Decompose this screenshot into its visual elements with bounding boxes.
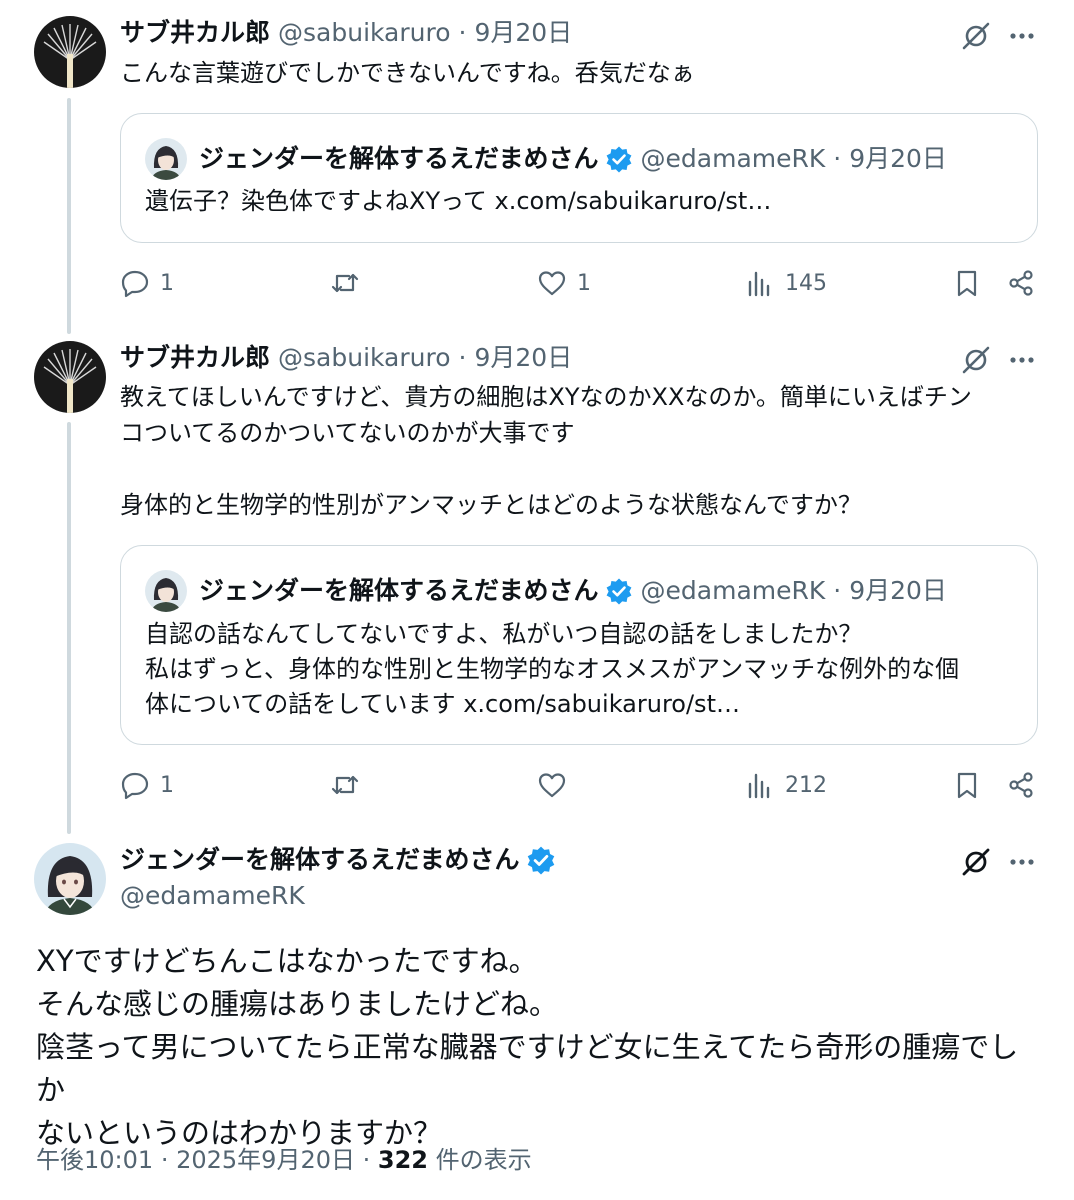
- author-handle[interactable]: @sabuikaruro: [278, 342, 451, 374]
- separator: ·: [833, 144, 842, 173]
- separator: ·: [362, 1146, 371, 1174]
- author-name[interactable]: サブ井カル郎: [120, 342, 270, 374]
- grok-icon[interactable]: [960, 20, 992, 52]
- more-icon[interactable]: [1006, 344, 1038, 376]
- bookmark-icon: [957, 772, 977, 799]
- author-handle[interactable]: @sabuikaruro: [278, 17, 451, 49]
- quote-text: 自認の話なんてしてないですよ、私がいつ自認の話をしましたか？ 私はずっと、身体的…: [145, 620, 960, 718]
- share-icon: [1009, 270, 1033, 296]
- separator: ·: [458, 18, 467, 47]
- views-icon: [748, 773, 770, 799]
- views-button[interactable]: 212: [745, 765, 827, 805]
- tweet-text: こんな言葉遊びでしかできないんですね。呑気だなぁ: [120, 59, 695, 87]
- views-button[interactable]: 145: [745, 263, 827, 303]
- author-name: ジェンダーを解体するえだまめさん: [199, 576, 599, 605]
- heart-icon: [538, 271, 566, 296]
- main-tweet-header: ジェンダーを解体するえだまめさん: [120, 843, 556, 877]
- author-handle: @edamameRK: [640, 576, 826, 605]
- verified-badge-icon: [606, 146, 631, 173]
- more-icon[interactable]: [1006, 846, 1038, 878]
- share-button[interactable]: [1006, 765, 1036, 805]
- separator: ·: [458, 343, 467, 372]
- tweet-meta: 午後10:01 · 2025年9月20日 · 322 件の表示: [36, 1144, 532, 1176]
- share-icon: [1009, 772, 1033, 798]
- heart-icon: [538, 773, 566, 798]
- author-name[interactable]: ジェンダーを解体するえだまめさん: [120, 843, 520, 877]
- retweet-button[interactable]: [330, 263, 370, 303]
- reply-count: 1: [160, 270, 174, 296]
- main-tweet-text: XYですけどちんこはなかったですね。 そんな感じの腫瘍はありましたけどね。 陰茎…: [36, 944, 1019, 1150]
- author-handle: @edamameRK: [640, 144, 826, 173]
- avatar[interactable]: [34, 16, 106, 88]
- like-count: 1: [577, 270, 591, 296]
- view-count: 145: [785, 270, 827, 296]
- like-button[interactable]: 1: [537, 263, 591, 303]
- reply-icon: [121, 772, 149, 800]
- quote-tweet[interactable]: ジェンダーを解体するえだまめさん @edamameRK · 9月20日 自認の話…: [120, 545, 1038, 745]
- author-name[interactable]: サブ井カル郎: [120, 17, 270, 49]
- tweet-actions: 1 1 145: [120, 263, 1040, 303]
- avatar: [145, 570, 187, 612]
- separator: ·: [833, 576, 842, 605]
- author-name: ジェンダーを解体するえだまめさん: [199, 144, 599, 173]
- bookmark-icon: [957, 270, 977, 297]
- author-handle[interactable]: @edamameRK: [120, 880, 305, 912]
- view-suffix: 件の表示: [435, 1146, 532, 1174]
- tweet-time[interactable]: 午後10:01: [36, 1146, 153, 1174]
- share-button[interactable]: [1006, 263, 1036, 303]
- tweet-header: サブ井カル郎 @sabuikaruro · 9月20日: [120, 342, 572, 374]
- quote-text: 遺伝子？染色体ですよねXYって x.com/sabuikaruro/st…: [145, 187, 772, 215]
- reply-button[interactable]: 1: [120, 263, 174, 303]
- quote-tweet[interactable]: ジェンダーを解体するえだまめさん @edamameRK · 9月20日 遺伝子？…: [120, 113, 1038, 243]
- quote-header: ジェンダーを解体するえだまめさん @edamameRK · 9月20日: [145, 138, 947, 180]
- avatar[interactable]: [34, 341, 106, 413]
- views-icon: [748, 271, 770, 297]
- thread-connector: [67, 422, 71, 834]
- bookmark-button[interactable]: [952, 765, 982, 805]
- retweet-icon: [331, 775, 359, 795]
- more-icon[interactable]: [1006, 20, 1038, 52]
- tweet-header: サブ井カル郎 @sabuikaruro · 9月20日: [120, 17, 572, 49]
- tweet-full-date[interactable]: 2025年9月20日: [176, 1146, 355, 1174]
- tweet-date: 9月20日: [849, 576, 947, 605]
- retweet-button[interactable]: [330, 765, 370, 805]
- tweet-date: 9月20日: [849, 144, 947, 173]
- grok-icon[interactable]: [960, 344, 992, 376]
- like-button[interactable]: [537, 765, 577, 805]
- reply-count: 1: [160, 772, 174, 798]
- reply-icon: [121, 270, 149, 298]
- tweet-date[interactable]: 9月20日: [474, 342, 572, 374]
- avatar[interactable]: [34, 843, 106, 915]
- verified-badge-icon: [527, 846, 554, 875]
- view-count: 322: [377, 1146, 429, 1174]
- quote-header: ジェンダーを解体するえだまめさん @edamameRK · 9月20日: [145, 570, 947, 612]
- avatar: [145, 138, 187, 180]
- separator: ·: [160, 1146, 169, 1174]
- thread-connector: [67, 98, 71, 334]
- grok-icon[interactable]: [960, 846, 992, 878]
- retweet-icon: [331, 273, 359, 293]
- tweet-text: 教えてほしいんですけど、貴方の細胞はXYなのかXXなのか。簡単にいえばチン コつ…: [120, 383, 972, 519]
- reply-button[interactable]: 1: [120, 765, 174, 805]
- tweet-date[interactable]: 9月20日: [474, 17, 572, 49]
- view-count: 212: [785, 772, 827, 798]
- tweet-actions: 1 212: [120, 765, 1040, 805]
- verified-badge-icon: [606, 578, 631, 605]
- bookmark-button[interactable]: [952, 263, 982, 303]
